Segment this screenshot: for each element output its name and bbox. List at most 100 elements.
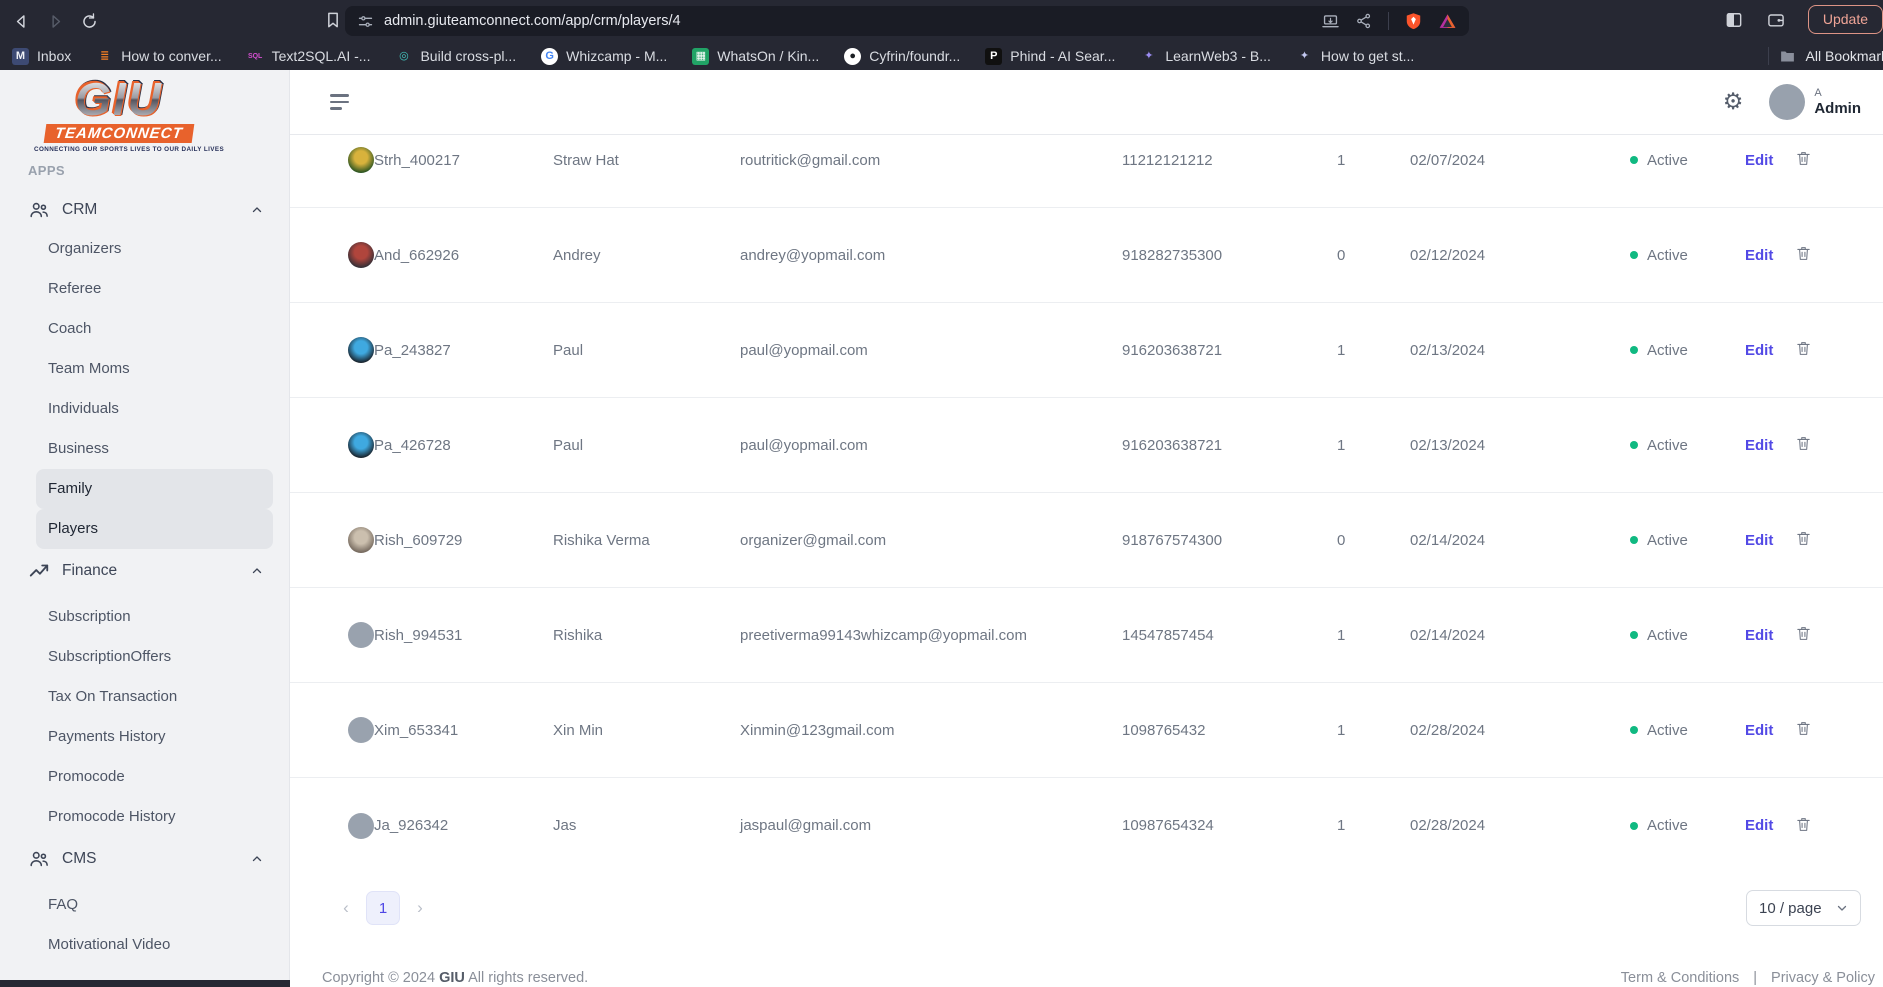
trash-icon[interactable] — [1795, 434, 1812, 452]
main-content: ⚙ A Admin Strh_400217 Straw Hat routriti… — [290, 70, 1883, 987]
sidebar-item-organizers[interactable]: Organizers — [0, 229, 289, 269]
status-dot-icon — [1630, 251, 1638, 259]
edit-link[interactable]: Edit — [1745, 627, 1773, 644]
trash-icon[interactable] — [1795, 244, 1812, 262]
page-size-select[interactable]: 10 / page — [1746, 890, 1861, 926]
bookmark-item-inbox[interactable]: M Inbox — [12, 47, 71, 65]
sidebar-group-cms[interactable]: CMS — [0, 841, 289, 877]
sidebar-item-referee[interactable]: Referee — [0, 269, 289, 309]
sidebar-item-coach[interactable]: Coach — [0, 309, 289, 349]
sidebar-item-team-moms[interactable]: Team Moms — [0, 349, 289, 389]
sidebar-group-finance[interactable]: Finance — [0, 553, 289, 589]
player-count: 1 — [1337, 626, 1346, 644]
bookmark-item-learnweb3[interactable]: ✦ LearnWeb3 - B... — [1140, 48, 1271, 65]
edit-link[interactable]: Edit — [1745, 152, 1773, 169]
status-dot-icon — [1630, 156, 1638, 164]
trash-icon[interactable] — [1795, 529, 1812, 547]
sidebar-item-family[interactable]: Family — [36, 468, 273, 509]
footer: Copyright © 2024 GIU All rights reserved… — [322, 970, 1875, 986]
learnweb3-icon: ✦ — [1144, 49, 1154, 62]
settings-gear-icon[interactable]: ⚙ — [1723, 89, 1744, 115]
sidebar-item-motivational-video[interactable]: Motivational Video — [0, 925, 289, 965]
bookmark-item-buildcross[interactable]: ◎ Build cross-pl... — [395, 48, 516, 65]
trash-icon[interactable] — [1795, 339, 1812, 357]
sidebar-group-label: Finance — [62, 561, 118, 579]
sidebar: GIU TEAMCONNECT CONNECTING OUR SPORTS LI… — [0, 70, 290, 987]
trash-icon[interactable] — [1795, 624, 1812, 642]
bookmark-item-whizcamp[interactable]: G Whizcamp - M... — [541, 47, 667, 65]
bookmark-icon[interactable] — [323, 10, 343, 30]
bookmark-item-phind[interactable]: P Phind - AI Sear... — [985, 47, 1115, 65]
sidebar-item-tax-on-transaction[interactable]: Tax On Transaction — [0, 677, 289, 717]
brave-shield-icon[interactable] — [1404, 12, 1423, 31]
edit-link[interactable]: Edit — [1745, 247, 1773, 264]
status-label: Active — [1647, 721, 1688, 739]
bookmark-item-text2sql[interactable]: SQL Text2SQL.AI -... — [247, 48, 371, 65]
share-icon[interactable] — [1355, 12, 1373, 30]
players-table: Strh_400217 Straw Hat routritick@gmail.c… — [290, 135, 1883, 873]
sidebar-panel-icon[interactable] — [1724, 10, 1744, 30]
menu-toggle-icon[interactable] — [330, 94, 350, 110]
app-logo[interactable]: GIU TEAMCONNECT CONNECTING OUR SPORTS LI… — [34, 76, 224, 153]
update-button[interactable]: Update — [1807, 5, 1883, 34]
sidebar-item-faq[interactable]: FAQ — [0, 885, 289, 925]
bookmark-item-howtoconvert[interactable]: ≣ How to conver... — [96, 48, 222, 65]
table-row: Rish_609729 Rishika Verma organizer@gmai… — [290, 493, 1883, 588]
edit-link[interactable]: Edit — [1745, 722, 1773, 739]
trash-icon[interactable] — [1795, 719, 1812, 737]
sidebar-item-promocode[interactable]: Promocode — [0, 757, 289, 797]
terms-link[interactable]: Term & Conditions — [1621, 970, 1739, 986]
sidebar-item-subscription[interactable]: Subscription — [0, 597, 289, 637]
edit-link[interactable]: Edit — [1745, 817, 1773, 834]
page-number-button[interactable]: 1 — [366, 891, 400, 925]
url-text[interactable]: admin.giuteamconnect.com/app/crm/players… — [384, 13, 1321, 29]
sidebar-item-promocode-history[interactable]: Promocode History — [0, 797, 289, 837]
footer-divider: | — [1753, 970, 1758, 986]
bookmark-item-whatson[interactable]: ▦ WhatsOn / Kin... — [692, 47, 819, 65]
forward-button[interactable] — [42, 8, 68, 34]
atom-icon: ◎ — [399, 49, 409, 62]
player-name: Straw Hat — [553, 151, 619, 169]
status-badge: Active — [1630, 342, 1745, 359]
sidebar-item-subscriptionoffers[interactable]: SubscriptionOffers — [0, 637, 289, 677]
player-avatar — [348, 812, 374, 839]
player-username: Ja_926342 — [374, 817, 449, 834]
edit-link[interactable]: Edit — [1745, 342, 1773, 359]
profile-menu[interactable]: A Admin — [1814, 87, 1861, 117]
sidebar-item-individuals[interactable]: Individuals — [0, 389, 289, 429]
back-button[interactable] — [8, 8, 34, 34]
player-date: 02/28/2024 — [1410, 721, 1486, 739]
bookmark-item-cyfrin[interactable]: ● Cyfrin/foundr... — [844, 47, 960, 65]
player-avatar — [348, 242, 374, 268]
table-row: Pa_426728 Paul paul@yopmail.com 91620363… — [290, 398, 1883, 493]
privacy-link[interactable]: Privacy & Policy — [1771, 970, 1875, 986]
all-bookmarks[interactable]: All Bookmarks — [1767, 42, 1883, 70]
sidebar-group-crm[interactable]: CRM — [0, 192, 289, 228]
logo-banner-text: TEAMCONNECT — [43, 123, 195, 143]
player-name: Xin Min — [553, 721, 604, 739]
profile-name: Admin — [1814, 99, 1861, 117]
install-app-icon[interactable] — [1321, 12, 1340, 31]
status-badge: Active — [1630, 722, 1745, 739]
sidebar-item-payments-history[interactable]: Payments History — [0, 717, 289, 757]
trash-icon[interactable] — [1795, 149, 1812, 167]
trash-icon[interactable] — [1795, 815, 1812, 833]
site-settings-icon[interactable] — [357, 13, 374, 30]
status-badge: Active — [1630, 437, 1745, 454]
bookmark-item-howtogetstarted[interactable]: ✦ How to get st... — [1296, 48, 1414, 65]
profile-avatar[interactable] — [1769, 84, 1806, 120]
next-page-button[interactable]: › — [406, 898, 434, 918]
edit-link[interactable]: Edit — [1745, 532, 1773, 549]
status-dot-icon — [1630, 536, 1638, 544]
logo-giu-text: GIU — [34, 76, 204, 122]
url-bar[interactable]: admin.giuteamconnect.com/app/crm/players… — [345, 6, 1469, 36]
edit-link[interactable]: Edit — [1745, 437, 1773, 454]
sidebar-item-players[interactable]: Players — [36, 508, 273, 549]
brave-rewards-icon[interactable] — [1438, 12, 1457, 31]
browser-navbar: admin.giuteamconnect.com/app/crm/players… — [0, 0, 1883, 42]
sidebar-item-business[interactable]: Business — [0, 429, 289, 469]
player-phone: 14547857454 — [1122, 626, 1214, 644]
reload-button[interactable] — [76, 8, 102, 34]
wallet-icon[interactable] — [1766, 10, 1786, 30]
prev-page-button[interactable]: ‹ — [332, 898, 360, 918]
